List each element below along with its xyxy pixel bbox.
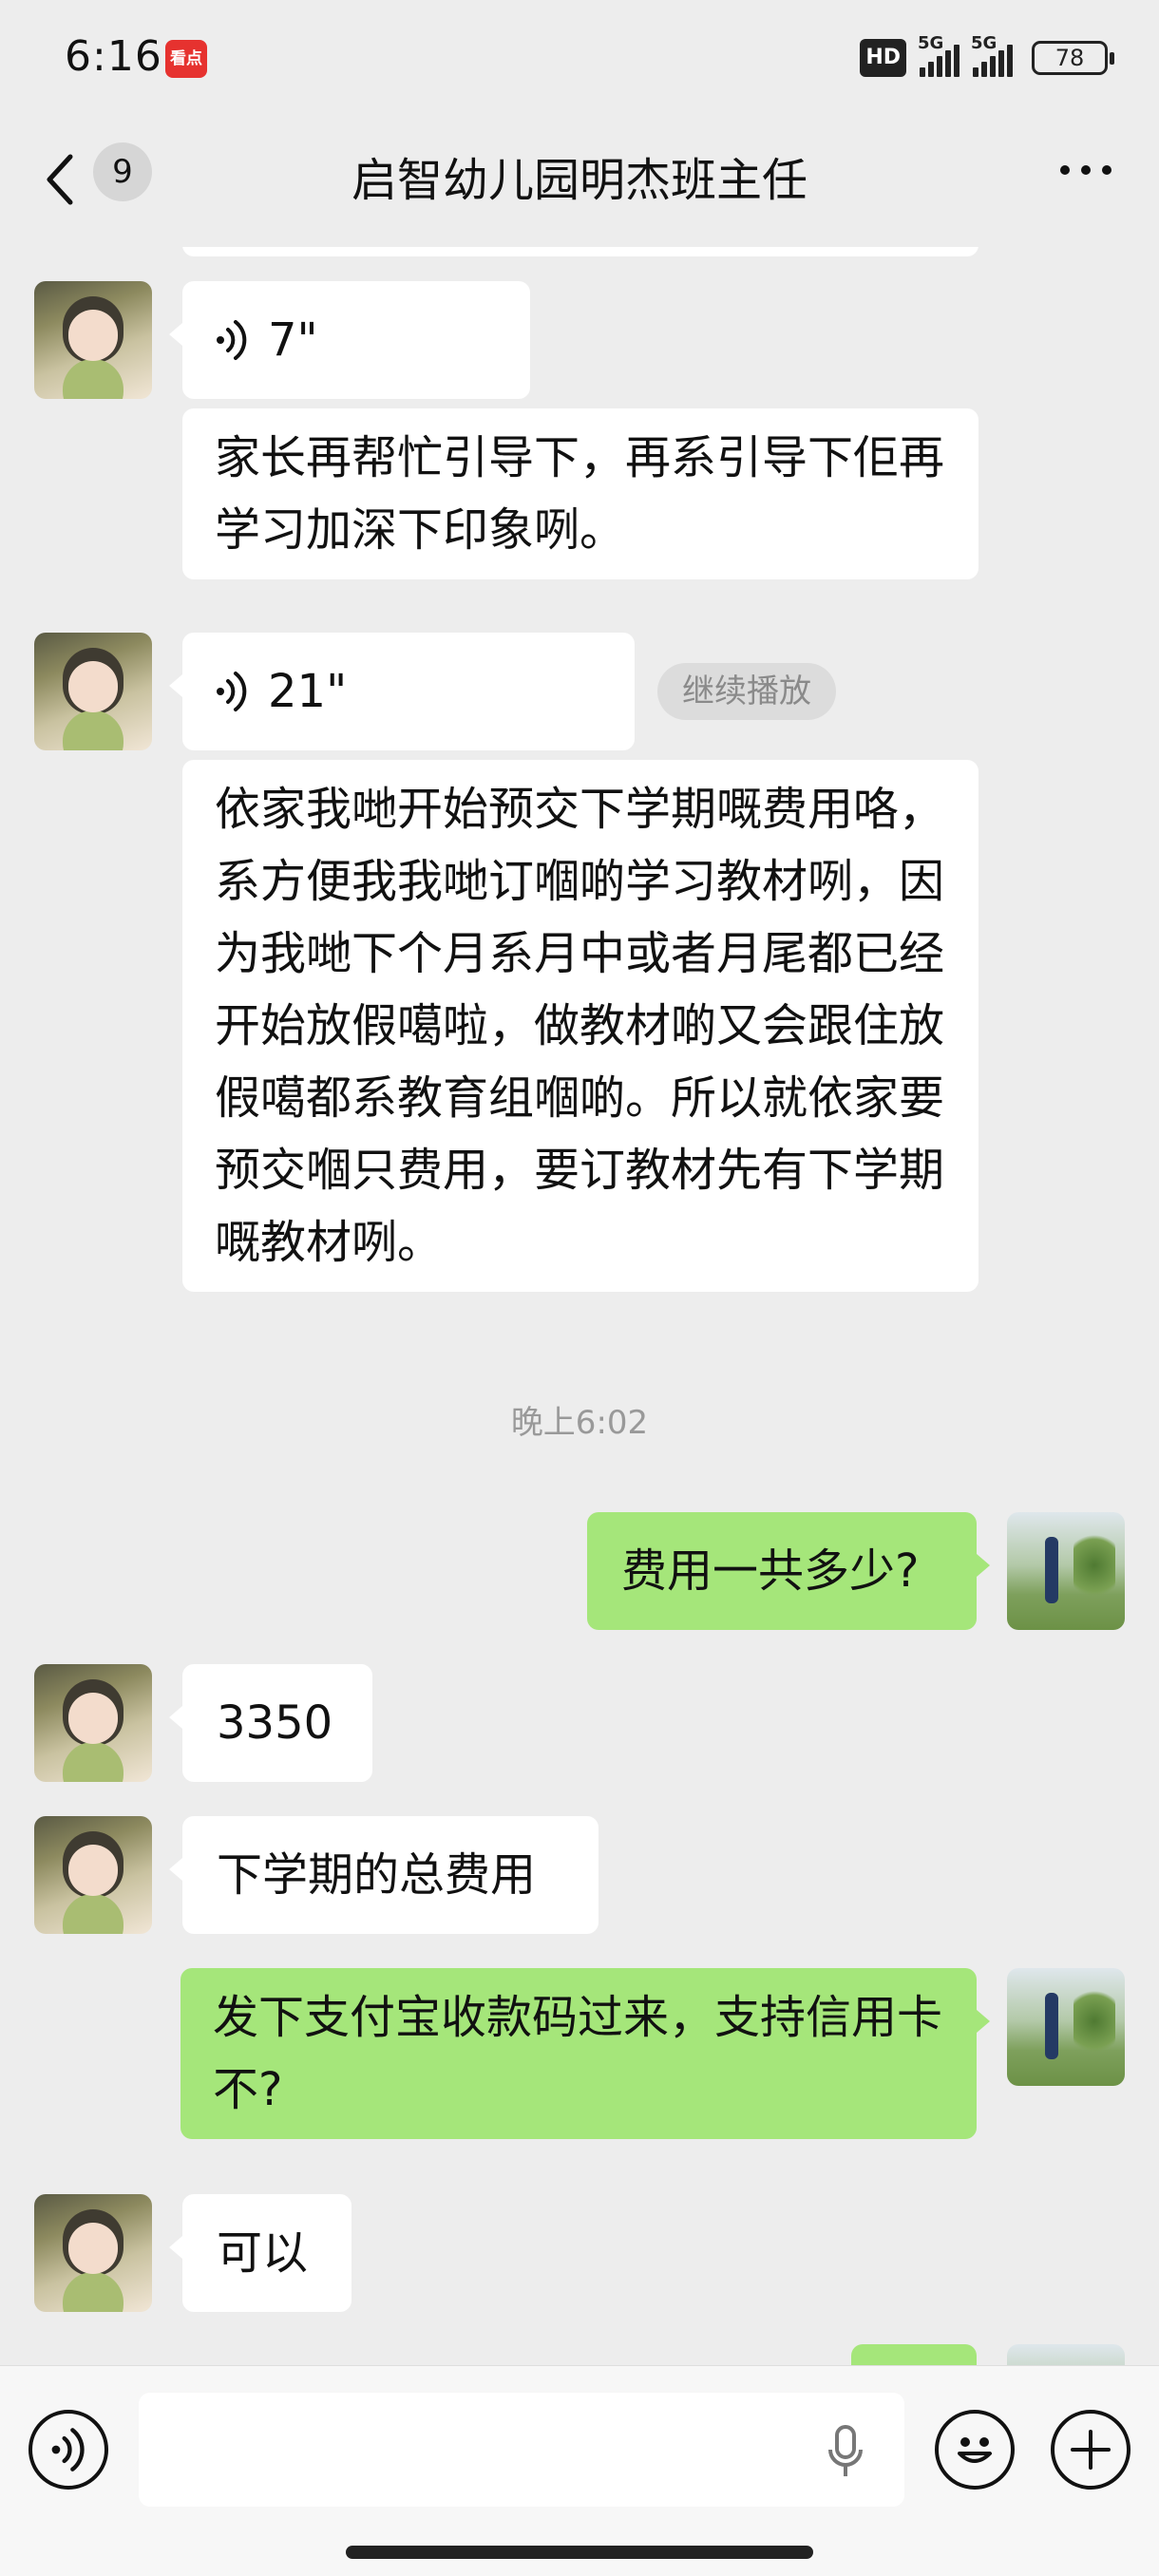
hd-icon: HD: [860, 39, 906, 77]
message-text: 依家我哋开始预交下学期嘅费用咯，系方便我我哋订嗰啲学习教材咧，因为我哋下个月系月…: [215, 783, 945, 1269]
status-bar: 6:16 看点 HD 5G 5G 78: [0, 0, 1159, 114]
emoji-icon: [958, 2437, 992, 2463]
contact-avatar[interactable]: [34, 1664, 152, 1782]
text-message[interactable]: 下学期的总费用: [169, 1816, 598, 1934]
battery-icon: 78: [1032, 41, 1114, 75]
app-notification-icon: 看点: [165, 40, 207, 78]
chat-header: 9 启智幼儿园明杰班主任: [0, 114, 1159, 247]
contact-avatar[interactable]: [34, 1816, 152, 1934]
mic-icon[interactable]: [826, 2423, 864, 2480]
plus-button[interactable]: [1051, 2410, 1130, 2490]
text-message[interactable]: 费用一共多少?: [587, 1512, 990, 1630]
signal-icon-sim2: 5G: [971, 33, 1013, 77]
text-message[interactable]: [851, 2344, 977, 2365]
home-indicator[interactable]: [346, 2546, 813, 2559]
voice-duration: 21": [268, 665, 348, 718]
contact-avatar[interactable]: [34, 2194, 152, 2312]
my-avatar[interactable]: [1007, 1968, 1125, 2086]
text-message[interactable]: 发下支付宝收款码过来，支持信用卡不?: [180, 1968, 990, 2139]
message-list[interactable]: 7" 家长再帮忙引导下，再系引导下佢再学习加深下印象咧。 21" 继续播放 依家…: [0, 247, 1159, 2365]
voice-wave-icon: [217, 672, 247, 711]
timestamp: 晚上6:02: [510, 1404, 649, 1442]
voice-wave-icon: [217, 320, 247, 360]
status-time: 6:16: [65, 32, 162, 81]
message-text: 费用一共多少?: [621, 1544, 920, 1598]
previous-message-bubble: [182, 247, 978, 256]
status-icons: HD 5G 5G 78: [860, 33, 1114, 82]
voice-duration: 7": [268, 313, 318, 367]
continue-playing-button[interactable]: 继续播放: [657, 663, 836, 720]
text-message[interactable]: 依家我哋开始预交下学期嘅费用咯，系方便我我哋订嗰啲学习教材咧，因为我哋下个月系月…: [182, 760, 978, 1292]
text-message[interactable]: 家长再帮忙引导下，再系引导下佢再学习加深下印象咧。: [182, 408, 978, 579]
text-message[interactable]: 可以: [169, 2194, 352, 2312]
message-text: 可以: [217, 2226, 309, 2280]
page-title: 启智幼儿园明杰班主任: [351, 154, 808, 207]
message-text: 3350: [217, 1696, 333, 1750]
more-icon[interactable]: [1060, 165, 1112, 175]
emoji-button[interactable]: [935, 2410, 1015, 2490]
signal-icon-sim1: 5G: [918, 33, 960, 77]
message-input[interactable]: [139, 2393, 904, 2507]
message-text: 下学期的总费用: [217, 1848, 537, 1902]
voice-mode-button[interactable]: [28, 2410, 108, 2490]
my-avatar[interactable]: [1007, 2344, 1125, 2365]
voice-mode-icon: [51, 2428, 85, 2472]
voice-message[interactable]: 21": [169, 633, 635, 750]
message-text: 发下支付宝收款码过来，支持信用卡不?: [213, 1991, 943, 2116]
text-message[interactable]: 3350: [169, 1664, 372, 1782]
contact-avatar[interactable]: [34, 633, 152, 750]
contact-avatar[interactable]: [34, 281, 152, 399]
my-avatar[interactable]: [1007, 1512, 1125, 1630]
message-text: 家长再帮忙引导下，再系引导下佢再学习加深下印象咧。: [215, 431, 945, 557]
input-bar: [0, 2365, 1159, 2576]
voice-message[interactable]: 7": [169, 281, 530, 399]
plus-icon: [1071, 2430, 1111, 2470]
